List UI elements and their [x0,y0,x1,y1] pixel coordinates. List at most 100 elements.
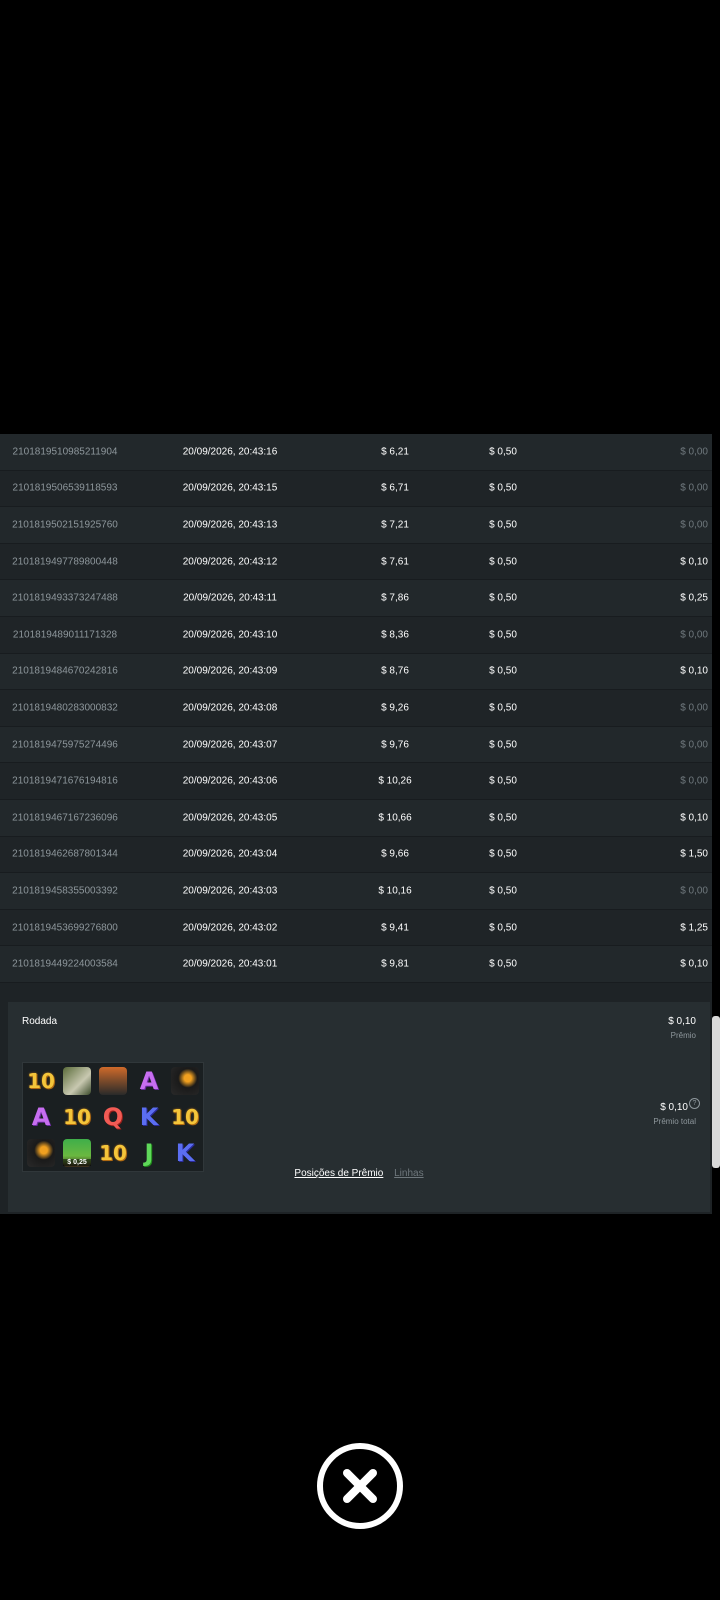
round-bet: $ 0,50 [489,556,517,568]
round-date: 20/09/2026, 20:43:12 [182,556,278,568]
round-bet: $ 0,50 [489,848,517,860]
symbol-q: Q [102,1103,124,1131]
round-bet: $ 0,50 [489,446,517,458]
round-id: 2101819471676194816 [12,775,118,787]
table-row[interactable]: 2101819449224003584 20/09/2026, 20:43:01 $… [0,946,712,983]
round-bet: $ 0,50 [489,775,517,787]
symbol-10: 10 [63,1105,91,1129]
round-balance: $ 9,76 [381,739,409,751]
truck-icon [95,1063,131,1099]
round-date: 20/09/2026, 20:43:05 [182,812,278,824]
round-bet: $ 0,50 [489,739,517,751]
history-table: 2101819510985211904 20/09/2026, 20:43:16 $… [0,434,712,983]
round-id: 2101819475975274496 [12,739,118,751]
symbol-a: A [139,1067,159,1095]
scrollbar[interactable] [712,1016,720,1168]
round-bet: $ 0,50 [489,592,517,604]
symbol-10: 10 [27,1069,55,1093]
round-balance: $ 9,26 [381,702,409,714]
table-row[interactable]: 2101819506539118593 20/09/2026, 20:43:15 $… [0,470,712,508]
round-balance: $ 9,66 [381,848,409,860]
round-date: 20/09/2026, 20:43:02 [182,922,278,934]
table-row[interactable]: 2101819497789800448 20/09/2026, 20:43:12 $… [0,543,712,581]
round-balance: $ 6,21 [381,446,409,458]
round-date: 20/09/2026, 20:43:03 [182,885,278,897]
money-bag-icon: $ 0,25 [59,1135,95,1171]
round-win: $ 0,00 [680,885,708,897]
symbol-k: K [139,1103,159,1131]
round-date: 20/09/2026, 20:43:16 [182,446,278,458]
table-row[interactable]: 2101819475975274496 20/09/2026, 20:43:07 $… [0,726,712,764]
tab-lines[interactable]: Linhas [394,1168,423,1179]
round-bet: $ 0,50 [489,812,517,824]
round-date: 20/09/2026, 20:43:01 [182,958,278,970]
help-icon[interactable]: ? [689,1098,700,1109]
table-row[interactable]: 2101819493373247488 20/09/2026, 20:43:11 $… [0,580,712,617]
symbol-j: J [144,1139,154,1167]
table-row[interactable]: 2101819489011171328 20/09/2026, 20:43:10 $… [0,616,712,654]
round-balance: $ 10,26 [378,775,412,787]
table-row[interactable]: 2101819467167236096 20/09/2026, 20:43:05 $… [0,799,712,837]
table-row[interactable]: 2101819471676194816 20/09/2026, 20:43:06 $… [0,763,712,800]
round-balance: $ 10,16 [378,885,412,897]
round-balance: $ 7,61 [381,556,409,568]
round-id: 2101819493373247488 [12,592,118,604]
round-date: 20/09/2026, 20:43:11 [183,592,277,604]
round-win: $ 0,10 [680,958,708,970]
close-icon [343,1469,377,1503]
round-id: 2101819462687801344 [12,848,118,860]
table-row[interactable]: 2101819480283000832 20/09/2026, 20:43:08 $… [0,690,712,727]
symbol-10: 10 [171,1105,199,1129]
table-row[interactable]: 2101819502151925760 20/09/2026, 20:43:13 $… [0,507,712,544]
round-balance: $ 9,41 [381,922,409,934]
round-win: $ 0,10 [680,665,708,677]
round-date: 20/09/2026, 20:43:13 [182,519,278,531]
table-row[interactable]: 2101819484670242816 20/09/2026, 20:43:09 $… [0,653,712,691]
round-date: 20/09/2026, 20:43:07 [182,739,278,751]
round-balance: $ 7,21 [381,519,409,531]
table-row[interactable]: 2101819462687801344 20/09/2026, 20:43:04 $… [0,836,712,874]
round-balance: $ 7,86 [381,592,409,604]
round-date: 20/09/2026, 20:43:04 [182,848,278,860]
prize-value: $ 0,10 [668,1016,696,1027]
round-bet: $ 0,50 [489,665,517,677]
round-balance: $ 8,76 [381,665,409,677]
round-win: $ 0,25 [680,592,708,604]
symbol-k: K [175,1139,195,1167]
round-id: 2101819467167236096 [12,812,118,824]
close-button[interactable] [317,1443,403,1529]
round-detail: Rodada $ 0,10 Prêmio 10 A A 10 Q K 10 $ 0,25 10 J… [8,1002,710,1212]
round-win: $ 0,00 [680,775,708,787]
round-bet: $ 0,50 [489,629,517,641]
round-id: 2101819484670242816 [12,665,118,677]
tab-prize-positions[interactable]: Posições de Prêmio [294,1168,383,1179]
round-bet: $ 0,50 [489,922,517,934]
round-win: $ 0,00 [680,702,708,714]
round-win: $ 1,50 [680,848,708,860]
round-date: 20/09/2026, 20:43:06 [182,775,278,787]
round-date: 20/09/2026, 20:43:08 [182,702,278,714]
money-value: $ 0,25 [63,1159,91,1166]
round-id: 2101819449224003584 [12,958,118,970]
table-row[interactable]: 2101819453699276800 20/09/2026, 20:43:02 $… [0,909,712,947]
round-id: 2101819506539118593 [12,482,118,494]
round-id: 2101819497789800448 [12,556,118,568]
round-balance: $ 6,71 [381,482,409,494]
round-id: 2101819510985211904 [12,446,118,458]
round-date: 20/09/2026, 20:43:09 [182,665,278,677]
table-row[interactable]: 2101819510985211904 20/09/2026, 20:43:16 $… [0,434,712,471]
round-win: $ 0,00 [680,739,708,751]
toucan-icon [167,1063,203,1099]
round-bet: $ 0,50 [489,958,517,970]
round-balance: $ 9,81 [381,958,409,970]
symbol-10: 10 [99,1141,127,1165]
crocodile-icon [59,1063,95,1099]
total-prize-label: Prêmio total [653,1117,696,1126]
round-id: 2101819502151925760 [12,519,118,531]
round-win: $ 1,25 [680,922,708,934]
round-date: 20/09/2026, 20:43:15 [182,482,278,494]
total-prize-value: $ 0,10 [660,1102,688,1113]
round-win: $ 0,00 [680,519,708,531]
table-row[interactable]: 2101819458355003392 20/09/2026, 20:43:03 $… [0,873,712,910]
round-title: Rodada [22,1016,58,1027]
